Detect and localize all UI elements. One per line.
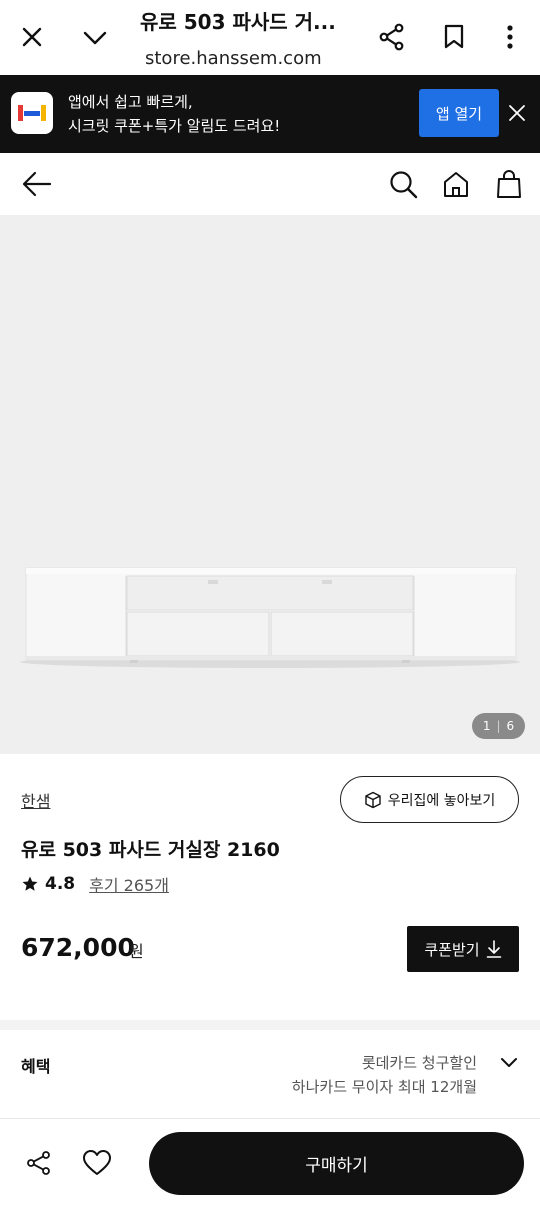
buy-button[interactable]: 구매하기 <box>149 1132 524 1195</box>
coupon-button-label: 쿠폰받기 <box>424 940 480 959</box>
benefit-item: 롯데카드 청구할인 <box>361 1054 477 1072</box>
share-icon[interactable] <box>378 23 406 51</box>
rating-value: 4.8 <box>45 874 76 894</box>
product-title: 유로 503 파사드 거실장 2160 <box>21 839 280 861</box>
rating-row: 4.8 후기 265개 <box>21 872 169 896</box>
product-image[interactable]: 1 | 6 <box>0 216 540 754</box>
bookmark-icon[interactable] <box>442 24 466 50</box>
ar-cube-icon <box>364 791 382 809</box>
benefits-expand-chevron-icon[interactable] <box>498 1052 520 1074</box>
section-divider <box>0 1020 540 1030</box>
image-counter-total: 6 <box>506 719 515 733</box>
benefits-label: 혜택 <box>21 1057 51 1076</box>
browser-toolbar: 유로 503 파사드 거... store.hanssem.com <box>0 0 540 75</box>
back-arrow-icon[interactable] <box>22 170 52 198</box>
price-value: 672,000 <box>21 933 135 962</box>
brand-link[interactable]: 한샘 <box>21 788 50 812</box>
image-counter-separator: | <box>496 719 501 733</box>
banner-text-line2: 시크릿 쿠폰+특가 알림도 드려요! <box>68 117 281 135</box>
browser-page-title: 유로 503 파사드 거... <box>140 10 336 34</box>
coupon-download-button[interactable]: 쿠폰받기 <box>407 926 519 972</box>
image-counter-current: 1 <box>482 719 491 733</box>
benefit-item: 하나카드 무이자 최대 12개월 <box>291 1078 477 1096</box>
site-header <box>0 153 540 216</box>
image-counter-badge: 1 | 6 <box>472 713 525 739</box>
tv-cabinet-illustration <box>20 567 520 668</box>
search-icon[interactable] <box>389 170 419 200</box>
heart-icon[interactable] <box>82 1149 112 1177</box>
banner-text-line1: 앱에서 쉽고 빠르게, <box>68 93 193 111</box>
app-install-banner: 앱에서 쉽고 빠르게, 시크릿 쿠폰+특가 알림도 드려요! 앱 열기 <box>0 75 540 153</box>
browser-url[interactable]: store.hanssem.com <box>145 48 322 69</box>
ar-view-button[interactable]: 우리집에 놓아보기 <box>340 776 519 823</box>
shopping-bag-icon[interactable] <box>495 169 523 199</box>
home-icon[interactable] <box>442 170 470 198</box>
price-unit: 원 <box>129 942 144 961</box>
review-count-link[interactable]: 후기 265개 <box>89 872 169 896</box>
open-app-button[interactable]: 앱 열기 <box>419 89 499 137</box>
close-icon[interactable] <box>20 25 44 49</box>
more-options-icon[interactable] <box>498 24 522 50</box>
hanssem-app-logo <box>11 92 53 134</box>
download-icon <box>486 940 502 958</box>
product-share-icon[interactable] <box>26 1150 52 1176</box>
banner-close-icon[interactable] <box>505 101 529 125</box>
chevron-down-icon[interactable] <box>82 25 108 49</box>
ar-view-label: 우리집에 놓아보기 <box>387 792 496 809</box>
star-icon <box>21 875 39 893</box>
